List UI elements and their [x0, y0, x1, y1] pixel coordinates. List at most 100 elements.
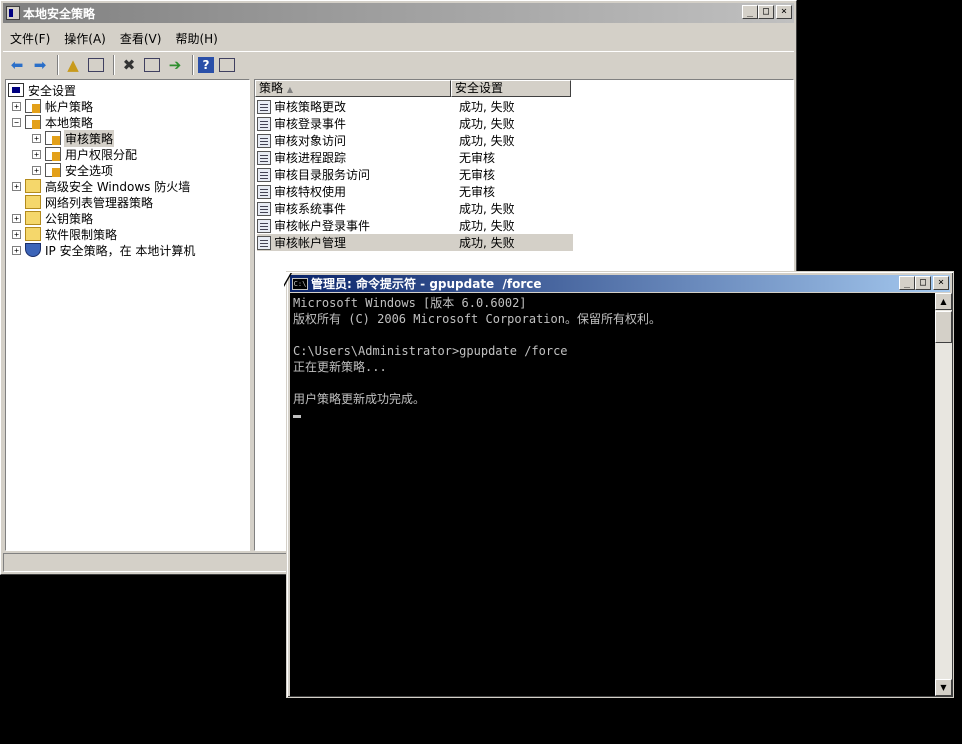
menu-action[interactable]: 操作(A) — [57, 30, 113, 47]
cmd-minimize-button[interactable]: _ — [899, 276, 915, 290]
expand-icon[interactable]: + — [12, 213, 21, 223]
column-header-policy[interactable]: 策略 ▲ — [255, 80, 451, 97]
cmd-close-button[interactable]: × — [933, 276, 949, 290]
expand-icon[interactable]: + — [12, 245, 21, 255]
policy-name: 审核登录事件 — [274, 117, 347, 131]
expand-icon[interactable]: + — [12, 101, 21, 111]
tree-item[interactable]: + 软件限制策略 — [12, 226, 118, 242]
mmc-title-bar[interactable]: 本地安全策略 _ □ × — [3, 3, 794, 23]
tree-item[interactable]: + 审核策略 — [32, 129, 115, 147]
policy-name: 审核对象访问 — [274, 134, 347, 148]
policy-name: 审核帐户管理 — [274, 236, 347, 250]
command-prompt-window[interactable]: C:\ 管理员: 命令提示符 - gpupdate /force _ □ × M… — [286, 271, 954, 698]
back-arrow-icon[interactable]: ⬅ — [7, 55, 27, 75]
export-list-icon[interactable]: ➔ — [165, 55, 185, 75]
policy-setting-icon — [257, 167, 271, 182]
policy-setting-icon — [257, 201, 271, 216]
mmc-menu-bar: 文件(F) 操作(A) 查看(V) 帮助(H) — [3, 27, 794, 49]
tree-item[interactable]: + 高级安全 Windows 防火墙 — [12, 178, 191, 194]
tree-item-label: 帐户策略 — [45, 99, 94, 114]
expand-icon[interactable]: + — [32, 165, 41, 175]
policy-setting-icon — [257, 133, 271, 148]
expand-icon[interactable]: + — [32, 149, 41, 159]
mmc-close-button[interactable]: × — [776, 5, 792, 19]
up-one-level-icon[interactable]: ▲ — [63, 55, 83, 75]
console-cursor — [293, 415, 301, 418]
column-header-setting[interactable]: 安全设置 — [451, 80, 571, 97]
tree-item[interactable]: 网络列表管理器策略 — [12, 194, 154, 210]
tree-item-label: 公钥策略 — [45, 211, 94, 226]
tree-item-label: 高级安全 Windows 防火墙 — [45, 179, 191, 194]
help-icon[interactable]: ? — [198, 56, 214, 73]
policy-setting-icon — [257, 150, 271, 165]
menu-help[interactable]: 帮助(H) — [168, 30, 224, 47]
collapse-icon[interactable]: − — [12, 117, 21, 127]
menu-view[interactable]: 查看(V) — [113, 30, 169, 47]
policy-row[interactable]: 审核帐户管理 成功, 失败 — [257, 234, 573, 251]
policy-row[interactable]: 审核进程跟踪 无审核 — [257, 149, 573, 166]
tree-item-label: 网络列表管理器策略 — [45, 195, 154, 210]
tree-item-label: IP 安全策略，在 本地计算机 — [45, 243, 196, 258]
policy-setting-icon — [257, 218, 271, 233]
folder-icon — [25, 227, 41, 241]
scroll-down-arrow-icon[interactable]: ▼ — [935, 679, 952, 696]
console-line: 版权所有 (C) 2006 Microsoft Corporation。保留所有… — [293, 312, 661, 326]
tree-item-label: 用户权限分配 — [65, 147, 138, 162]
show-hide-console-tree-icon[interactable] — [86, 55, 106, 75]
expand-icon[interactable]: + — [12, 181, 21, 191]
tree-item[interactable]: + 安全选项 — [32, 162, 114, 178]
shield-icon — [25, 243, 41, 257]
menu-file[interactable]: 文件(F) — [3, 30, 57, 47]
security-setting-value: 成功, 失败 — [459, 117, 515, 131]
policy-name: 审核目录服务访问 — [274, 168, 371, 182]
policy-row[interactable]: 审核对象访问 成功, 失败 — [257, 132, 573, 149]
policy-row[interactable]: 审核策略更改 成功, 失败 — [257, 98, 573, 115]
folder-policy-icon — [25, 99, 41, 113]
console-vertical-scrollbar[interactable]: ▲ ▼ — [935, 293, 952, 696]
policy-row[interactable]: 审核帐户登录事件 成功, 失败 — [257, 217, 573, 234]
tree-item[interactable]: + IP 安全策略，在 本地计算机 — [12, 242, 196, 258]
folder-icon — [25, 195, 41, 209]
policy-row[interactable]: 审核目录服务访问 无审核 — [257, 166, 573, 183]
security-setting-value: 成功, 失败 — [459, 202, 515, 216]
security-setting-value: 成功, 失败 — [459, 236, 515, 250]
tree-item[interactable]: 安全设置 — [8, 82, 77, 98]
delete-icon[interactable]: ✖ — [119, 55, 139, 75]
show-action-pane-icon[interactable] — [217, 55, 237, 75]
scroll-up-arrow-icon[interactable]: ▲ — [935, 293, 952, 310]
tree-item[interactable]: + 帐户策略 — [12, 98, 94, 114]
policy-row[interactable]: 审核登录事件 成功, 失败 — [257, 115, 573, 132]
policy-name: 审核策略更改 — [274, 100, 347, 114]
tree-item-label: 安全选项 — [65, 163, 114, 178]
security-setting-value: 成功, 失败 — [459, 100, 515, 114]
folder-policy-icon — [25, 115, 41, 129]
mmc-maximize-button[interactable]: □ — [758, 5, 774, 19]
mmc-minimize-button[interactable]: _ — [742, 5, 758, 19]
tree-item[interactable]: − 本地策略 — [12, 114, 94, 130]
policy-setting-icon — [257, 235, 271, 250]
properties-icon[interactable] — [142, 55, 162, 75]
console-line: 用户策略更新成功完成。 — [293, 392, 426, 406]
console-output[interactable]: Microsoft Windows [版本 6.0.6002] 版权所有 (C) … — [290, 293, 935, 696]
list-header: 策略 ▲ 安全设置 — [255, 80, 571, 97]
folder-policy-icon — [45, 163, 61, 177]
folder-icon — [25, 179, 41, 193]
cmd-maximize-button[interactable]: □ — [915, 276, 931, 290]
expand-icon[interactable]: + — [32, 133, 41, 143]
mmc-toolbar: ⬅ ➡ ▲ ✖ ➔ ? — [3, 51, 794, 77]
tree-item[interactable]: + 用户权限分配 — [32, 146, 138, 162]
policy-setting-icon — [257, 184, 271, 199]
policy-name: 审核帐户登录事件 — [274, 219, 371, 233]
folder-policy-icon — [45, 147, 61, 161]
expand-icon[interactable]: + — [12, 229, 21, 239]
policy-row[interactable]: 审核特权使用 无审核 — [257, 183, 573, 200]
forward-arrow-icon[interactable]: ➡ — [30, 55, 50, 75]
scroll-thumb[interactable] — [935, 311, 952, 343]
console-tree[interactable]: 安全设置 + 帐户策略 − 本地策略 + 审核策略 + 用户权限分配 + 安全选项 + 高级安全 Win… — [5, 79, 250, 551]
policy-row[interactable]: 审核系统事件 成功, 失败 — [257, 200, 573, 217]
cmd-title-bar[interactable]: C:\ 管理员: 命令提示符 - gpupdate /force _ □ × — [290, 275, 950, 292]
tree-item[interactable]: + 公钥策略 — [12, 210, 94, 226]
mouse-pointer-icon — [283, 272, 291, 286]
